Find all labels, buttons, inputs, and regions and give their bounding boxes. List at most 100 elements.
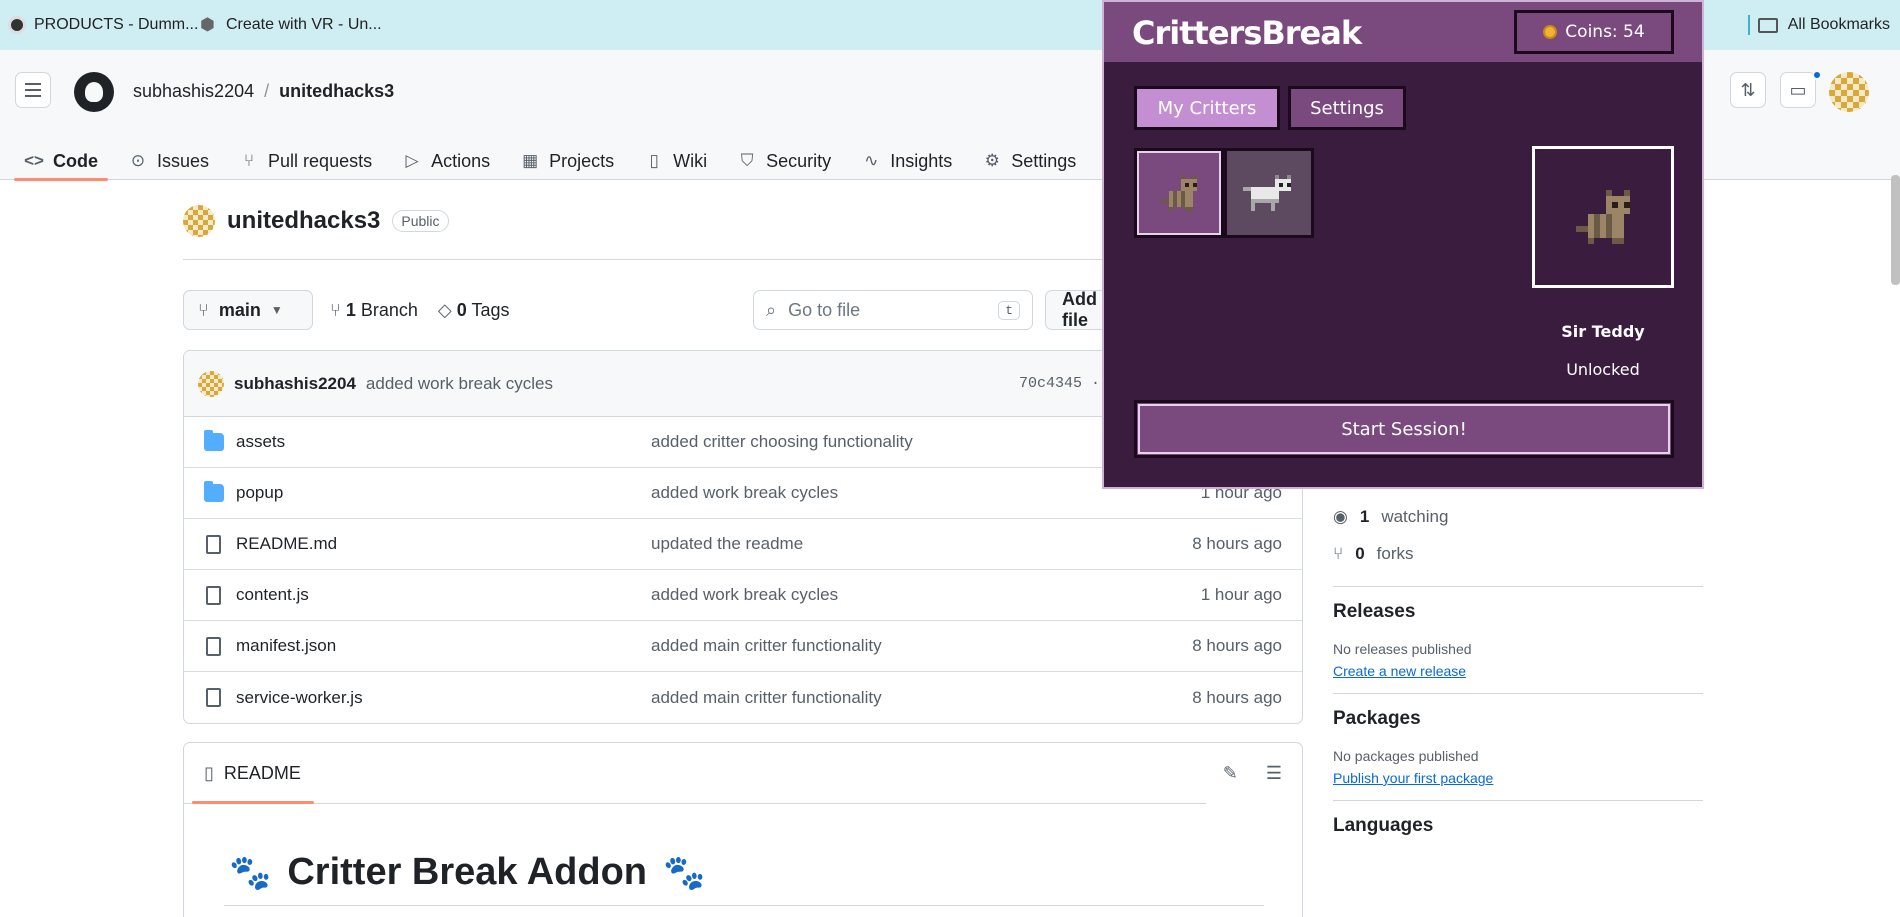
- tab-insights[interactable]: ∿ Insights: [851, 142, 962, 180]
- play-icon: ▷: [405, 151, 419, 170]
- coins-label: Coins: 54: [1565, 22, 1645, 42]
- tab-security[interactable]: ⛉ Security: [727, 142, 841, 180]
- file-name[interactable]: assets: [236, 432, 285, 452]
- commit-author[interactable]: subhashis2204: [234, 374, 356, 394]
- file-commit-message[interactable]: added work break cycles: [651, 483, 838, 503]
- file-name[interactable]: content.js: [236, 585, 309, 605]
- scrollbar[interactable]: [1891, 175, 1900, 285]
- file-time: 1 hour ago: [1200, 585, 1282, 604]
- book-icon: ▯: [649, 151, 659, 170]
- breadcrumb-repo[interactable]: unitedhacks3: [279, 81, 394, 102]
- readme-tab-label: README: [223, 763, 301, 783]
- file-commit-message[interactable]: updated the readme: [651, 534, 803, 554]
- file-commit-message[interactable]: added work break cycles: [651, 585, 838, 605]
- all-bookmarks-button[interactable]: All Bookmarks: [1757, 0, 1890, 50]
- releases-title[interactable]: Releases: [1333, 601, 1703, 623]
- tab-issues[interactable]: ⊙ Issues: [118, 142, 219, 180]
- branch-selector[interactable]: ⑂ main ▼: [183, 290, 313, 330]
- menu-button[interactable]: [15, 72, 51, 108]
- tag-icon: ◇: [437, 300, 457, 320]
- tab-settings[interactable]: Settings: [1288, 86, 1406, 130]
- tab-label: Code: [53, 150, 98, 171]
- breadcrumb-separator: /: [264, 81, 270, 101]
- forks-link[interactable]: ⑂ 0 forks: [1333, 535, 1703, 572]
- breadcrumb: subhashis2204 / unitedhacks3: [133, 81, 394, 102]
- file-icon: [206, 688, 221, 707]
- paw-icon: 🐾: [663, 853, 706, 892]
- file-commit-message[interactable]: added main critter functionality: [651, 636, 882, 656]
- tab-label: Settings: [1310, 97, 1384, 119]
- list-icon[interactable]: ☰: [1266, 763, 1282, 784]
- go-to-file-input[interactable]: ⌕ Go to file t: [753, 290, 1033, 330]
- start-session-button[interactable]: Start Session!: [1134, 400, 1674, 458]
- branch-icon: ⑂: [330, 300, 346, 320]
- tab-settings[interactable]: ⚙ Settings: [972, 142, 1086, 180]
- all-bookmarks-label: All Bookmarks: [1787, 16, 1890, 33]
- create-release-link[interactable]: Create a new release: [1333, 663, 1703, 679]
- bookmark-item[interactable]: ⬢ Create with VR - Un...: [200, 0, 382, 50]
- tags-link[interactable]: ◇ 0 Tags: [438, 300, 510, 321]
- file-name[interactable]: popup: [236, 483, 283, 503]
- tag-label: Tags: [471, 300, 510, 320]
- commit-message[interactable]: added work break cycles: [366, 374, 553, 394]
- file-name[interactable]: service-worker.js: [236, 688, 363, 708]
- tab-code[interactable]: <> Code: [14, 142, 108, 181]
- critter-name: Sir Teddy: [1561, 322, 1645, 341]
- watching-count: 1: [1359, 506, 1370, 526]
- readme-tab[interactable]: ▯ README: [204, 763, 301, 784]
- tab-projects[interactable]: ▦ Projects: [510, 142, 624, 180]
- branch-count: 1: [345, 300, 356, 320]
- forks-count: 0: [1355, 543, 1365, 563]
- packages-title[interactable]: Packages: [1333, 708, 1703, 730]
- tab-pull-requests[interactable]: ⑂ Pull requests: [229, 142, 382, 180]
- repo-nav: <> Code ⊙ Issues ⑂ Pull requests ▷ Actio…: [14, 142, 1096, 181]
- branch-label: Branch: [360, 300, 418, 320]
- user-avatar[interactable]: [1829, 72, 1869, 112]
- table-row[interactable]: manifest.json added main critter functio…: [184, 621, 1302, 672]
- file-icon: [206, 534, 221, 554]
- publish-package-link[interactable]: Publish your first package: [1333, 770, 1703, 786]
- file-icon: [206, 636, 221, 656]
- divider: [1333, 693, 1703, 694]
- tab-label: Settings: [1011, 150, 1077, 171]
- table-row[interactable]: service-worker.js added main critter fun…: [184, 672, 1302, 723]
- file-commit-message[interactable]: added critter choosing functionality: [651, 432, 913, 452]
- branches-link[interactable]: ⑂ 1 Branch: [330, 300, 418, 321]
- table-row[interactable]: content.js added work break cycles 1 hou…: [184, 570, 1302, 621]
- file-commit-message[interactable]: added main critter functionality: [651, 688, 882, 708]
- critter-slot-white[interactable]: [1224, 148, 1314, 238]
- repo-name[interactable]: unitedhacks3: [227, 207, 380, 235]
- file-icon: [206, 585, 221, 605]
- tab-actions[interactable]: ▷ Actions: [392, 142, 500, 180]
- code-icon: <>: [24, 151, 44, 170]
- tab-label: My Critters: [1157, 97, 1257, 119]
- github-logo-icon[interactable]: [74, 72, 114, 112]
- bookmark-label: PRODUCTS - Dumm...: [34, 16, 199, 33]
- breadcrumb-owner[interactable]: subhashis2204: [133, 81, 254, 102]
- file-name[interactable]: manifest.json: [236, 636, 336, 656]
- active-tab-underline: [192, 801, 314, 804]
- bookmark-item[interactable]: PRODUCTS - Dumm...: [8, 0, 198, 50]
- divider: [1333, 586, 1703, 587]
- pencil-icon[interactable]: ✎: [1223, 763, 1238, 784]
- inbox-icon[interactable]: ▭: [1780, 72, 1816, 108]
- releases-empty: No releases published: [1333, 641, 1472, 657]
- watchers-link[interactable]: ◉ 1 watching: [1333, 498, 1703, 535]
- critter-slot-tabby[interactable]: [1134, 148, 1224, 238]
- table-row[interactable]: README.md updated the readme 8 hours ago: [184, 519, 1302, 570]
- tab-wiki[interactable]: ▯ Wiki: [634, 142, 717, 180]
- divider: [1333, 800, 1703, 801]
- caret-down-icon: ▼: [270, 303, 283, 317]
- owner-avatar: [183, 205, 215, 237]
- divider: [184, 803, 1206, 804]
- pull-requests-icon[interactable]: ⇅: [1730, 72, 1766, 108]
- notification-dot: [1812, 70, 1822, 80]
- white-cat-icon: [1243, 175, 1291, 211]
- file-time: 8 hours ago: [1192, 687, 1282, 707]
- file-name[interactable]: README.md: [236, 534, 337, 554]
- tab-my-critters[interactable]: My Critters: [1134, 86, 1280, 130]
- tab-label: Wiki: [673, 150, 708, 171]
- tab-label: Actions: [431, 150, 491, 171]
- eye-icon: ◉: [1333, 506, 1348, 526]
- folder-icon: [1757, 17, 1778, 33]
